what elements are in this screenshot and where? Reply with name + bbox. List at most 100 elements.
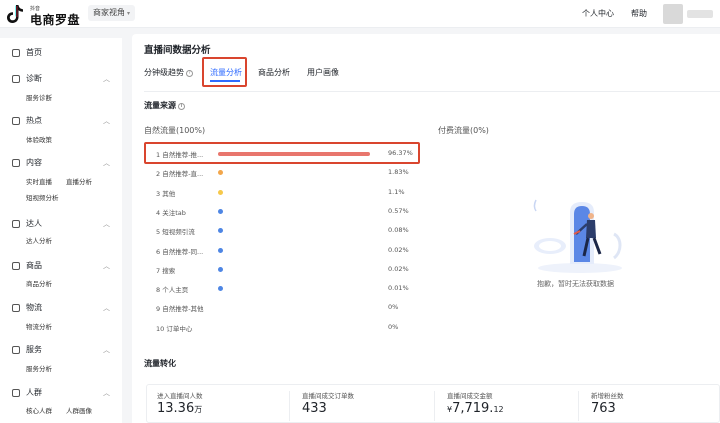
tab-user-profile[interactable]: 用户画像: [307, 67, 339, 78]
traffic-source-bar-track: [218, 208, 376, 214]
sidebar: 首页 诊断 ︿ 服务诊断 热点 ︿ 体验政策 内容 ︿ 实时直播 直播分析 短视…: [0, 38, 122, 423]
sidebar-group-hot[interactable]: 热点: [12, 115, 42, 126]
metric-label: 直播间成交订单数: [302, 392, 354, 400]
metric-divider: [578, 391, 579, 421]
sidebar-group-label: 服务: [26, 345, 42, 354]
traffic-source-row[interactable]: 2 自然推荐-直... 1.83%: [156, 167, 422, 179]
home-icon: [12, 48, 20, 57]
chevron-up-icon[interactable]: ︿: [103, 158, 110, 168]
traffic-source-bar: [218, 286, 223, 292]
sidebar-item-experience-policy[interactable]: 体验政策: [26, 134, 52, 144]
natural-traffic-label: 自然流量(100%): [144, 126, 206, 135]
highlight-box-tab: [202, 57, 247, 87]
traffic-source-row[interactable]: 9 自然推荐-其他 0%: [156, 302, 422, 314]
tab-minute-trend[interactable]: 分钟级趋势?: [144, 67, 193, 78]
traffic-source-label: 5 短视频引流: [156, 228, 195, 237]
sidebar-group-label: 诊断: [26, 74, 42, 83]
product-icon: [12, 261, 20, 270]
sidebar-group-service[interactable]: 服务: [12, 344, 42, 355]
info-icon[interactable]: i: [178, 103, 185, 110]
chevron-up-icon[interactable]: ︿: [103, 74, 110, 84]
sidebar-item-live-analysis[interactable]: 直播分析: [66, 176, 92, 186]
sidebar-group-audience[interactable]: 人群: [12, 387, 42, 398]
traffic-source-label: 6 自然推荐-同...: [156, 247, 204, 256]
metric-label: 进入直播间人数: [157, 392, 203, 400]
sidebar-group-diagnosis[interactable]: 诊断: [12, 73, 42, 84]
traffic-source-label: 7 搜索: [156, 266, 176, 275]
traffic-source-label: 流量来源: [144, 101, 176, 110]
sidebar-item-service-diagnosis[interactable]: 服务诊断: [26, 92, 52, 102]
conversion-metrics: 进入直播间人数 13.36万 直播间成交订单数 433 直播间成交金额 ¥7,7…: [146, 384, 720, 423]
chevron-up-icon[interactable]: ︿: [103, 261, 110, 271]
sidebar-group-creator[interactable]: 达人: [12, 218, 42, 229]
info-icon[interactable]: ?: [186, 70, 193, 77]
sidebar-item-logistics-analysis[interactable]: 物流分析: [26, 321, 52, 331]
metric-value: 13.36万: [157, 401, 203, 416]
sidebar-group-content[interactable]: 内容: [12, 157, 42, 168]
caret-down-icon: ▾: [127, 10, 131, 17]
view-switch-dropdown[interactable]: 商家视角 ▾: [88, 5, 136, 21]
chevron-up-icon[interactable]: ︿: [103, 116, 110, 126]
sidebar-item-audience-profile[interactable]: 人群画像: [66, 405, 92, 415]
creator-icon: [12, 219, 20, 228]
traffic-source-row[interactable]: 10 订单中心 0%: [156, 322, 422, 334]
tab-product-analysis[interactable]: 商品分析: [258, 67, 290, 78]
traffic-source-label: 4 关注tab: [156, 208, 186, 217]
tab-label: 分钟级趋势: [144, 68, 184, 77]
account-name-blurred[interactable]: [687, 10, 713, 18]
traffic-source-pct: 0%: [388, 303, 399, 312]
chevron-up-icon[interactable]: ︿: [103, 303, 110, 313]
douyin-logo-icon: [7, 5, 23, 23]
sidebar-item-creator-analysis[interactable]: 达人分析: [26, 235, 52, 245]
traffic-source-pct: 0.57%: [388, 206, 409, 215]
logistics-icon: [12, 303, 20, 312]
logo-title: 电商罗盘: [30, 13, 81, 27]
chevron-up-icon[interactable]: ︿: [103, 219, 110, 229]
chevron-up-icon[interactable]: ︿: [103, 388, 110, 398]
traffic-source-label: 2 自然推荐-直...: [156, 170, 204, 179]
traffic-source-row[interactable]: 7 搜索 0.02%: [156, 264, 422, 276]
empty-state-text: 抱歉，暂时无法获取数据: [537, 280, 614, 288]
top-bar: 抖音 电商罗盘 商家视角 ▾ 个人中心 帮助: [0, 0, 720, 28]
traffic-source-pct: 1.83%: [388, 168, 409, 177]
traffic-source-bar: [218, 305, 223, 310]
sidebar-group-product[interactable]: 商品: [12, 260, 42, 271]
sidebar-group-label: 商品: [26, 261, 42, 270]
traffic-source-bar: [218, 247, 223, 253]
metric-value: 433: [302, 401, 327, 416]
personal-center-link[interactable]: 个人中心: [582, 8, 614, 19]
view-switch-label: 商家视角: [93, 8, 125, 17]
traffic-source-row[interactable]: 6 自然推荐-同... 0.02%: [156, 245, 422, 257]
traffic-source-label: 9 自然推荐-其他: [156, 305, 204, 314]
sidebar-item-short-video-analysis[interactable]: 短视频分析: [26, 192, 59, 202]
help-link[interactable]: 帮助: [631, 8, 647, 19]
traffic-source-row[interactable]: 3 其他 1.1%: [156, 187, 422, 199]
traffic-source-bar-track: [218, 266, 376, 272]
metric-value: ¥7,719.12: [447, 401, 504, 416]
audience-icon: [12, 388, 20, 397]
sidebar-group-label: 达人: [26, 219, 42, 228]
sidebar-group-logistics[interactable]: 物流: [12, 302, 42, 313]
traffic-source-row[interactable]: 8 个人主页 0.01%: [156, 283, 422, 295]
avatar[interactable]: [663, 4, 683, 24]
metric-value: 763: [591, 401, 616, 416]
service-icon: [12, 345, 20, 354]
sidebar-item-product-analysis[interactable]: 商品分析: [26, 278, 52, 288]
conversion-title: 流量转化: [144, 359, 176, 368]
divider: [144, 91, 720, 92]
sidebar-item-home[interactable]: 首页: [12, 47, 42, 58]
traffic-source-row[interactable]: 5 短视频引流 0.08%: [156, 225, 422, 237]
chevron-up-icon[interactable]: ︿: [103, 345, 110, 355]
metric-divider: [434, 391, 435, 421]
diagnosis-icon: [12, 74, 20, 83]
metric-divider: [289, 391, 290, 421]
traffic-source-row[interactable]: 4 关注tab 0.57%: [156, 206, 422, 218]
sidebar-group-label: 内容: [26, 158, 42, 167]
traffic-source-pct: 0.02%: [388, 245, 409, 254]
traffic-source-title: 流量来源 i: [144, 100, 185, 111]
traffic-source-pct: 0.01%: [388, 284, 409, 293]
sidebar-item-live-realtime[interactable]: 实时直播: [26, 176, 52, 186]
sidebar-item-core-audience[interactable]: 核心人群: [26, 405, 52, 415]
traffic-source-bar-track: [218, 189, 376, 195]
sidebar-item-service-analysis[interactable]: 服务分析: [26, 363, 52, 373]
